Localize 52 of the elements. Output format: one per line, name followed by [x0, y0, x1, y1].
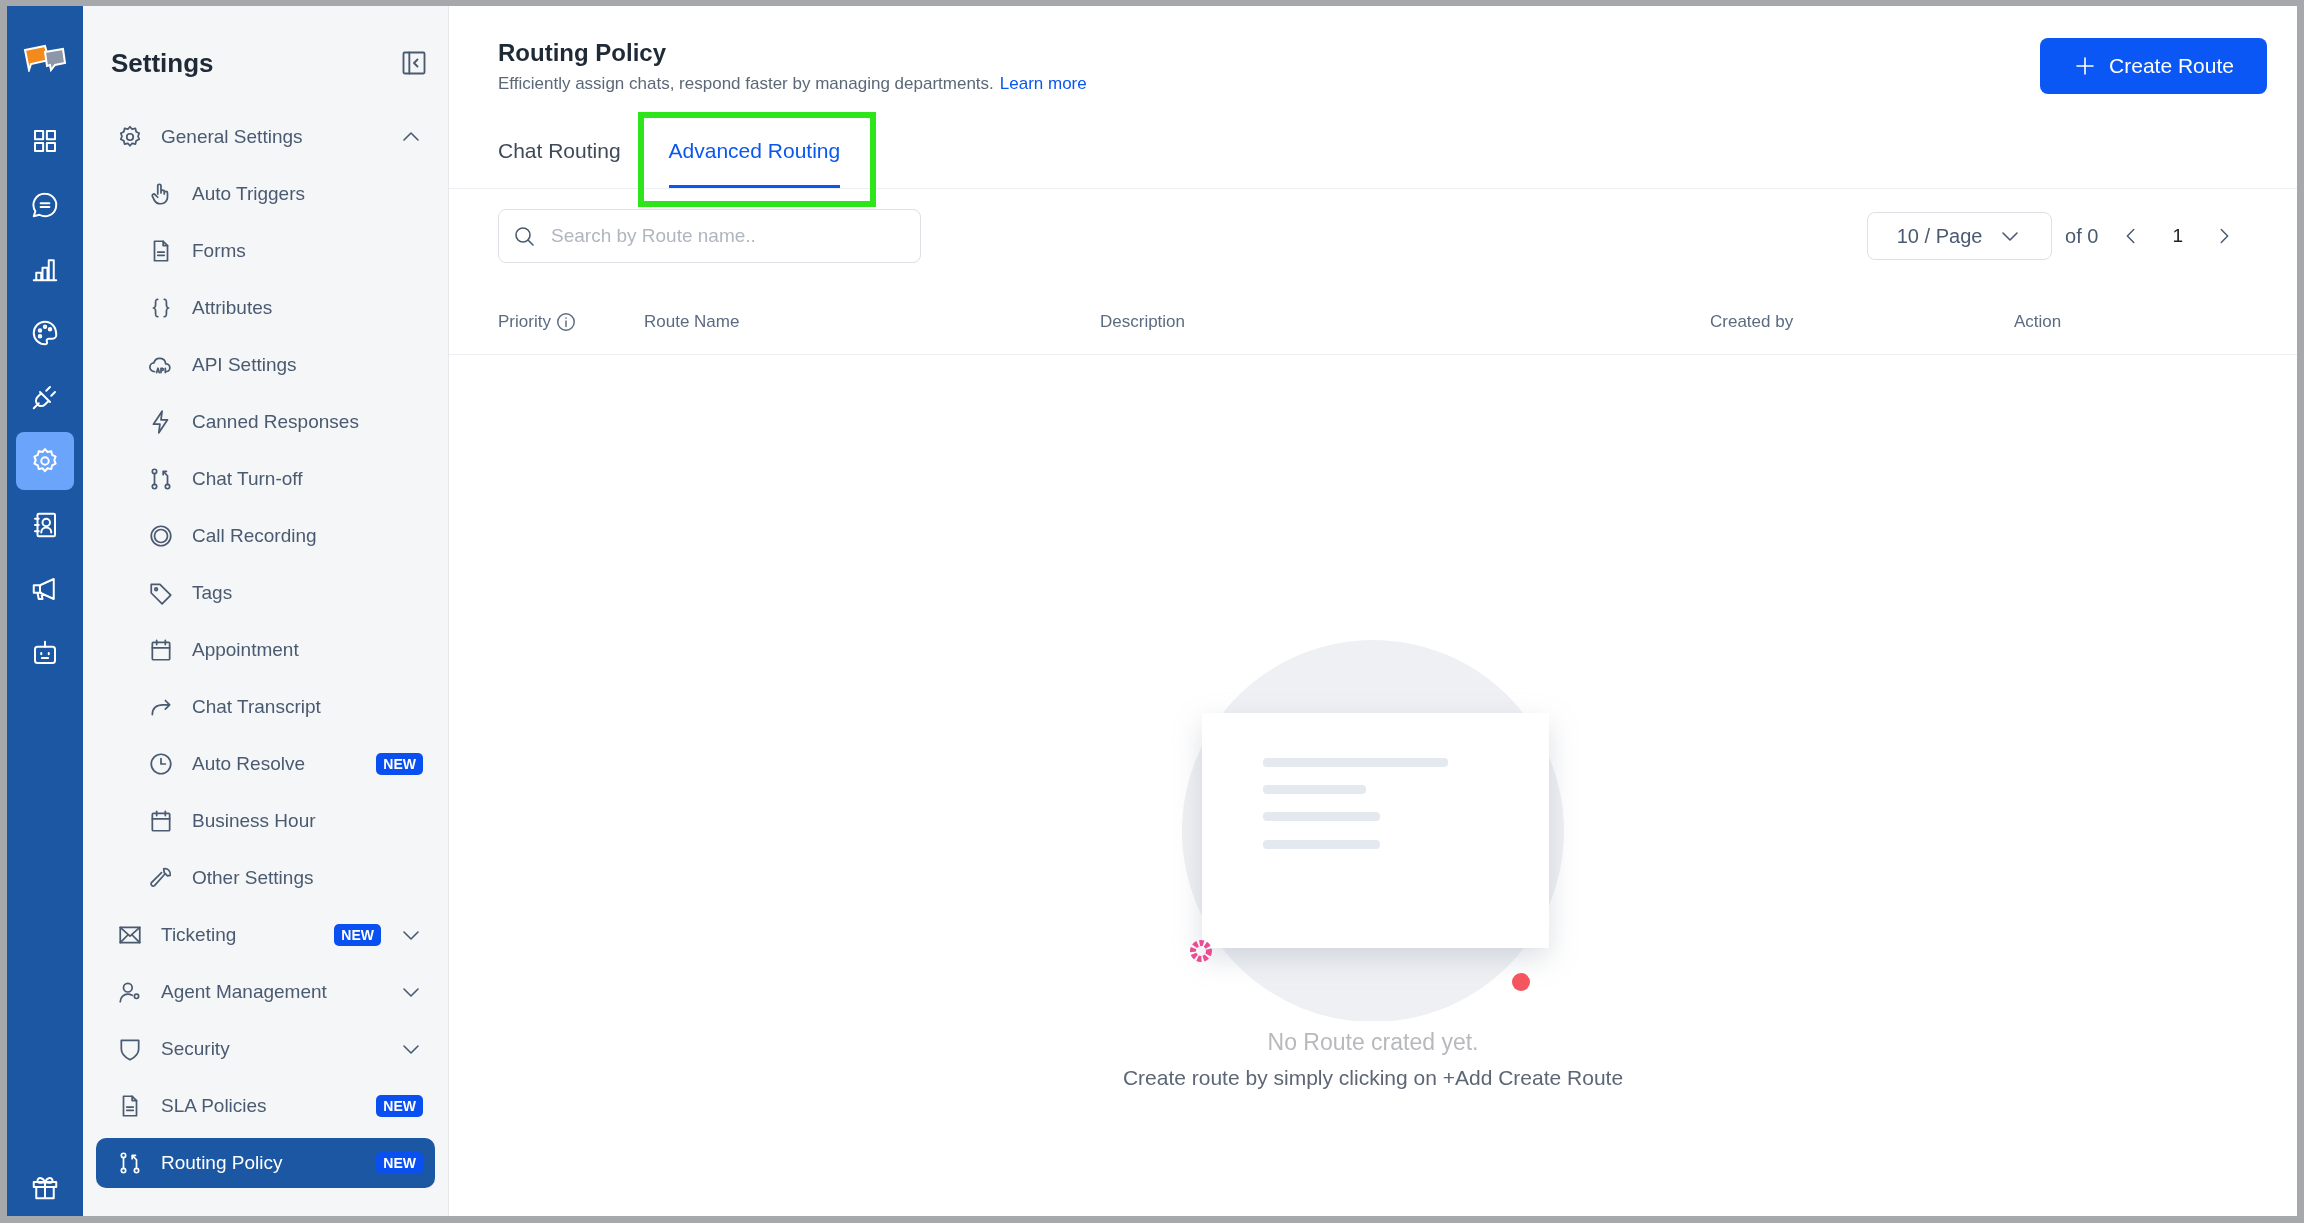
new-badge: NEW	[334, 923, 381, 946]
info-icon[interactable]	[554, 311, 577, 333]
sidebar-item[interactable]: Canned Responses	[96, 393, 435, 450]
sidebar-item[interactable]: Security	[96, 1020, 435, 1077]
sidebar-item[interactable]: General Settings	[96, 108, 435, 165]
sidebar-item[interactable]: Auto Resolve NEW	[96, 735, 435, 792]
page-total: of 0	[2065, 224, 2099, 248]
column-header: Priority	[498, 312, 551, 332]
settings-icon[interactable]	[16, 432, 74, 490]
empty-state-text: Create route by simply clicking on +Add Create Route	[1122, 1066, 1624, 1090]
branch-icon	[117, 1150, 143, 1176]
sidebar-item[interactable]: Chat Transcript	[96, 678, 435, 735]
sidebar-item[interactable]: Call Recording	[96, 507, 435, 564]
column-header: Created by	[1710, 312, 1794, 332]
column-header: Description	[1100, 312, 1186, 332]
calendar-icon	[148, 807, 174, 834]
column-header: Route Name	[644, 312, 740, 332]
sidebar-item[interactable]: Routing Policy NEW	[96, 1138, 435, 1188]
sidebar-item[interactable]: API Settings	[96, 336, 435, 393]
page-size-select[interactable]: 10 / Page	[1867, 212, 2053, 260]
collapse-sidebar-icon[interactable]	[400, 49, 428, 77]
sidebar-item[interactable]: Appointment	[96, 621, 435, 678]
sidebar-item[interactable]: Chat Turn-off	[96, 450, 435, 507]
create-route-button[interactable]: Create Route	[2040, 38, 2267, 94]
page-title: Routing Policy	[498, 38, 667, 68]
empty-state-title: No Route crated yet.	[1267, 1029, 1479, 1056]
sidebar-item[interactable]: Auto Triggers	[96, 165, 435, 222]
sidebar-item[interactable]: Tags	[96, 564, 435, 621]
tab[interactable]: Advanced Routing	[668, 116, 841, 188]
tab[interactable]: Chat Routing	[498, 116, 621, 188]
search-icon	[512, 224, 536, 248]
new-badge: NEW	[376, 752, 423, 775]
page-description: Efficiently assign chats, respond faster by managing departments.	[498, 74, 994, 93]
sidebar-item[interactable]: Business Hour	[96, 792, 435, 849]
sidebar-item[interactable]: Attributes	[96, 279, 435, 336]
logo-icon	[23, 44, 67, 72]
sidebar-item[interactable]: Ticketing NEW	[96, 906, 435, 963]
search-field[interactable]: Search by Route name..	[498, 209, 921, 263]
sidebar-item[interactable]: Forms	[96, 222, 435, 279]
sidebar-item[interactable]: Other Settings	[96, 849, 435, 906]
sidebar-title: Settings	[111, 47, 214, 79]
new-badge: NEW	[376, 1152, 423, 1174]
new-badge: NEW	[376, 1094, 423, 1117]
sidebar-item[interactable]: Agent Management	[96, 963, 435, 1020]
sidebar-item[interactable]: SLA Policies NEW	[96, 1077, 435, 1134]
clock-icon	[148, 750, 174, 777]
learn-more-link[interactable]: Learn more	[999, 74, 1087, 93]
column-header: Action	[2014, 312, 2062, 332]
ring-icon	[148, 522, 174, 549]
branch-icon	[148, 465, 174, 492]
calendar-icon	[148, 636, 174, 663]
page-number[interactable]: 1	[2172, 225, 2183, 247]
